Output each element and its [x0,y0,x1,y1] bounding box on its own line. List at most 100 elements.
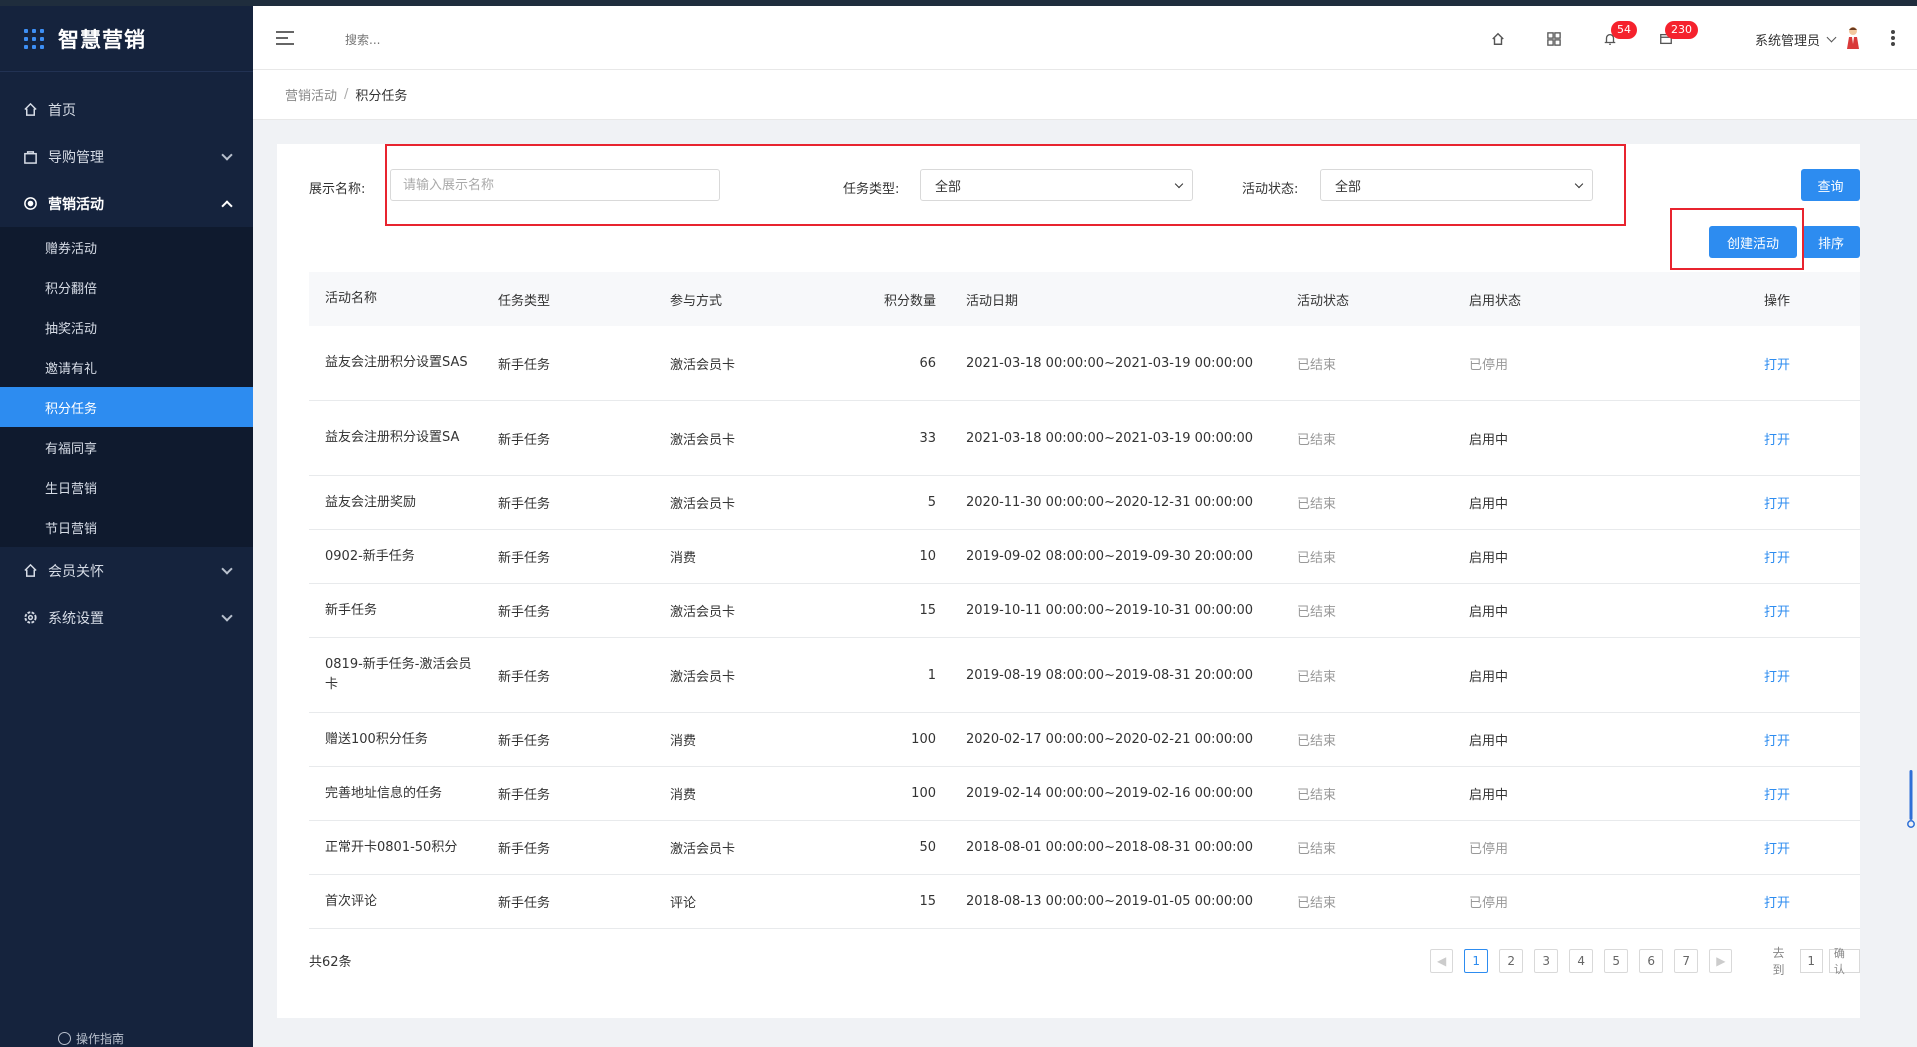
home-icon[interactable] [1489,30,1507,48]
page-button[interactable]: 4 [1569,949,1594,973]
gear-icon [22,610,38,626]
cell-participation: 消费 [670,551,697,566]
page-button[interactable]: 5 [1604,949,1629,973]
message-badge: 230 [1665,21,1698,39]
open-link[interactable]: 打开 [1623,892,1860,911]
next-page-button[interactable]: ▶ [1709,949,1733,973]
open-link[interactable]: 打开 [1623,493,1860,512]
logo[interactable]: 智慧营销 [0,6,253,72]
create-button-highlight-box [1670,208,1804,270]
cell-points: 33 [919,430,936,446]
open-link[interactable]: 打开 [1623,838,1860,857]
open-link[interactable]: 打开 [1623,354,1860,373]
sidebar-subitem-invite[interactable]: 邀请有礼 [0,347,253,387]
operation-guide-link[interactable]: 操作指南 [58,1030,124,1047]
col-header-participation: 参与方式 [670,293,723,309]
page-button[interactable]: 2 [1499,949,1524,973]
breadcrumb-parent[interactable]: 营销活动 [285,85,337,104]
col-header-task-type: 任务类型 [498,293,551,309]
page-button[interactable]: 6 [1639,949,1664,973]
cell-activity-status: 已结束 [1297,788,1337,803]
sidebar-item-label: 会员关怀 [48,563,104,580]
goto-confirm-button[interactable]: 确认 [1828,947,1861,976]
grid-icon[interactable] [1545,30,1563,48]
pagination: ◀ 1234567 ▶ 去到 1 确认 [1430,946,1861,977]
sidebar-subitem-coupon[interactable]: 赠券活动 [0,227,253,267]
sidebar-item-label: 导购管理 [48,149,104,166]
avatar[interactable] [1845,26,1861,50]
sidebar-item-marketing[interactable]: 营销活动 [0,180,253,227]
sidebar-item-member-care[interactable]: 会员关怀 [0,547,253,594]
sidebar-subitem-double-points[interactable]: 积分翻倍 [0,267,253,307]
col-header-activity-status: 活动状态 [1297,293,1350,309]
cell-enable-status: 已停用 [1469,896,1509,911]
breadcrumb-current: 积分任务 [355,89,408,104]
cell-activity-status: 已结束 [1297,432,1337,448]
sidebar-item-home[interactable]: 首页 [0,86,253,133]
cell-points: 10 [919,549,936,564]
open-link[interactable]: 打开 [1623,429,1860,448]
cell-task-type: 新手任务 [498,896,551,911]
table-row: 益友会注册积分设置SA 新手任务 激活会员卡 33 2021-03-18 00:00:0… [309,401,1860,476]
cell-activity-status: 已结束 [1297,357,1337,373]
cell-name: 赠送100积分任务 [325,731,428,747]
activity-table: 活动名称 任务类型 参与方式 积分数量 活动日期 活动状态 启用状态 操作 益友… [309,272,1860,929]
cell-task-type: 新手任务 [498,432,551,448]
sort-button[interactable]: 排序 [1802,226,1860,258]
sidebar-item-shopping-guide[interactable]: 导购管理 [0,133,253,180]
cell-date: 2021-03-18 00:00:00~2021-03-19 00:00:00 [966,430,1254,446]
open-link[interactable]: 打开 [1623,730,1860,749]
cell-participation: 消费 [670,788,697,803]
menu-toggle-icon[interactable] [276,31,294,45]
cell-date: 2018-08-01 00:00:00~2018-08-31 00:00:00 [966,840,1254,855]
scrollbar[interactable] [1907,770,1915,830]
user-menu[interactable]: 系统管理员 [1755,30,1837,49]
sidebar-item-settings[interactable]: 系统设置 [0,594,253,641]
more-vertical-icon[interactable] [1891,30,1895,46]
prev-page-button[interactable]: ◀ [1430,949,1454,973]
cell-date: 2021-03-18 00:00:00~2021-03-19 00:00:00 [966,355,1254,371]
query-button[interactable]: 查询 [1801,169,1860,201]
apps-grid-icon [24,28,44,49]
sidebar-subitem-points-task[interactable]: 积分任务 [0,387,253,427]
sidebar-subitem-lottery[interactable]: 抽奖活动 [0,307,253,347]
guide-label: 操作指南 [76,1032,125,1046]
cell-enable-status: 已停用 [1469,842,1509,857]
cell-points: 100 [911,732,936,747]
goto-page-input[interactable]: 1 [1799,949,1823,973]
message-icon[interactable]: 230 [1657,21,1698,48]
cell-name: 新手任务 [325,602,378,618]
table-header: 活动名称 任务类型 参与方式 积分数量 活动日期 活动状态 启用状态 操作 [309,272,1860,326]
chevron-up-icon [221,199,233,212]
cell-enable-status: 启用中 [1469,551,1509,566]
logo-text: 智慧营销 [58,27,146,52]
open-link[interactable]: 打开 [1623,547,1860,566]
breadcrumb-separator: / [344,87,349,102]
open-link[interactable]: 打开 [1623,666,1860,685]
cell-activity-status: 已结束 [1297,497,1337,512]
target-icon [22,196,38,212]
help-icon [58,1032,71,1045]
table-row: 完善地址信息的任务 新手任务 消费 100 2019-02-14 00:00:00~20… [309,767,1860,821]
filter-highlight-box [385,144,1626,226]
cell-enable-status: 启用中 [1469,605,1509,620]
sidebar-subitem-share[interactable]: 有福同享 [0,427,253,467]
bell-icon[interactable]: 54 [1601,21,1637,48]
sidebar-subitem-birthday[interactable]: 生日营销 [0,467,253,507]
page-button[interactable]: 3 [1534,949,1559,973]
cell-participation: 评论 [670,896,697,911]
table-row: 0902-新手任务 新手任务 消费 10 2019-09-02 08:00:00~201… [309,530,1860,584]
cell-task-type: 新手任务 [498,788,551,803]
open-link[interactable]: 打开 [1623,601,1860,620]
page-button[interactable]: 1 [1464,949,1489,973]
table-row: 赠送100积分任务 新手任务 消费 100 2020-02-17 00:00:00~20… [309,713,1860,767]
search-input[interactable] [345,28,545,52]
page-button[interactable]: 7 [1674,949,1699,973]
cell-points: 15 [919,603,936,618]
open-link[interactable]: 打开 [1623,784,1860,803]
sidebar-subitem-holiday[interactable]: 节日营销 [0,507,253,547]
cell-activity-status: 已结束 [1297,669,1337,685]
home-icon [22,102,38,118]
cell-name: 益友会注册积分设置SAS [325,355,468,370]
total-count: 共62条 [309,955,352,970]
